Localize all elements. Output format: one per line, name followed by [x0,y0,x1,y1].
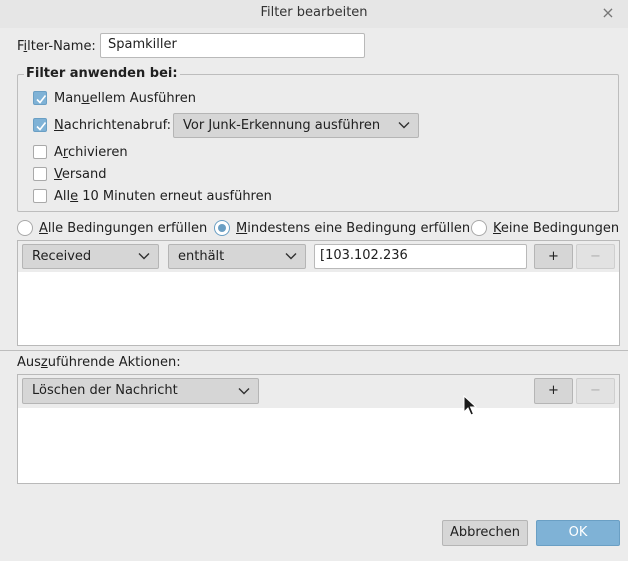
match-none-label: Keine Bedingungen [493,221,620,236]
periodic-run-checkbox[interactable] [33,189,47,203]
message-fetch-checkbox[interactable] [33,118,47,132]
archive-checkbox[interactable] [33,145,47,159]
ok-button[interactable]: OK [536,520,620,546]
add-action-button[interactable]: + [534,378,573,404]
send-checkbox[interactable] [33,167,47,181]
send-label: Versand [54,167,107,182]
close-icon[interactable]: × [598,3,618,23]
cancel-button[interactable]: Abbrechen [442,520,528,546]
condition-operator-dropdown[interactable]: enthält [168,244,306,269]
condition-value-input[interactable]: [103.102.236 [314,244,527,269]
chevron-down-icon [285,253,297,260]
manual-run-checkbox[interactable] [33,91,47,105]
chevron-down-icon [238,388,250,395]
add-condition-button[interactable]: + [534,244,573,269]
remove-action-button[interactable]: − [576,378,615,404]
archive-label: Archivieren [54,145,128,160]
match-all-label: Alle Bedingungen erfüllen [39,221,208,236]
dialog-title: Filter bearbeiten [260,5,368,20]
chevron-down-icon [398,122,410,129]
match-any-label: Mindestens eine Bedingung erfüllen [236,221,471,236]
action-dropdown[interactable]: Löschen der Nachricht [22,378,259,404]
checkmark-icon [36,122,47,131]
checkmark-icon [36,95,47,104]
condition-field-dropdown[interactable]: Received [22,244,159,269]
filter-name-label: Filter-Name: [17,39,96,54]
section-separator [0,350,628,351]
manual-run-label: Manuellem Ausführen [54,91,196,106]
junk-timing-dropdown[interactable]: Vor Junk-Erkennung ausführen [173,113,419,138]
apply-group-title: Filter anwenden bei: [24,66,180,81]
match-any-radio[interactable] [214,220,230,236]
actions-label: Auszuführende Aktionen: [17,355,181,370]
chevron-down-icon [138,253,150,260]
remove-condition-button[interactable]: − [576,244,615,269]
periodic-run-label: Alle 10 Minuten erneut ausführen [54,189,272,204]
message-fetch-label: Nachrichtenabruf: [54,118,172,133]
match-all-radio[interactable] [17,220,33,236]
filter-name-input[interactable]: Spamkiller [100,33,365,58]
mouse-cursor-icon [463,395,477,416]
match-none-radio[interactable] [471,220,487,236]
